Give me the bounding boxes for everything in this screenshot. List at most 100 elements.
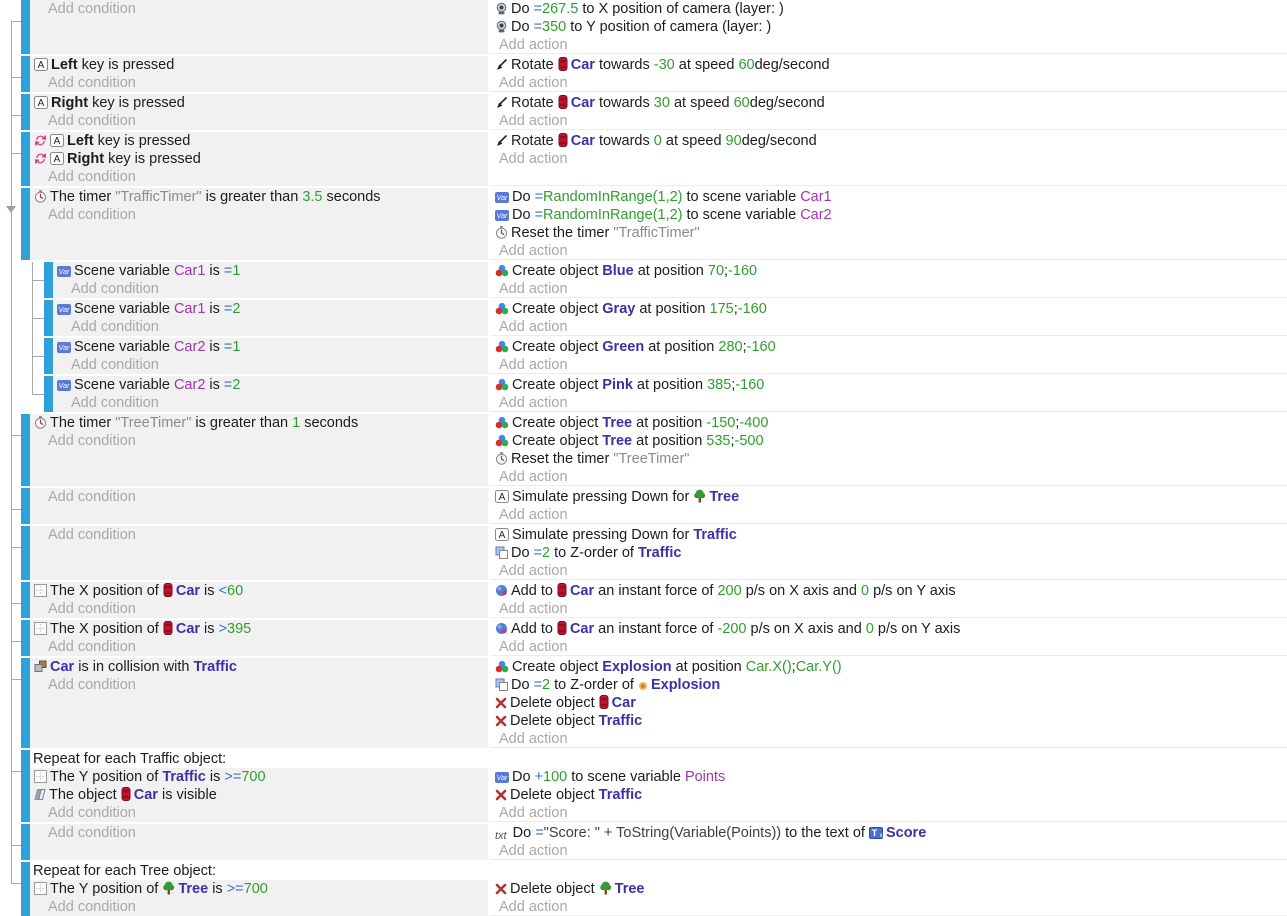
add-condition-link[interactable]: Add condition (53, 280, 488, 298)
add-condition-link[interactable]: Add condition (30, 168, 488, 186)
add-condition-link[interactable]: Add condition (30, 74, 488, 92)
condition[interactable]: The X position of Car is <60 (30, 582, 488, 600)
action[interactable]: Do =350 to Y position of camera (layer: … (490, 18, 1287, 36)
add-condition-link[interactable]: Add condition (53, 356, 488, 374)
add-action-link[interactable]: Add action (490, 842, 1287, 860)
action[interactable]: Rotate Car towards -30 at speed 60deg/se… (490, 56, 1287, 74)
condition[interactable]: VarScene variable Car2 is =2 (53, 376, 488, 394)
add-condition-link[interactable]: Add condition (30, 112, 488, 130)
text: is (205, 339, 224, 355)
action[interactable]: ASimulate pressing Down for Traffic (490, 526, 1287, 544)
action[interactable]: txtDo ="Score: " + ToString(Variable(Poi… (490, 824, 1287, 842)
condition[interactable]: ARight key is pressed (30, 94, 488, 112)
add-condition-link[interactable]: Add condition (30, 824, 488, 842)
add-condition-link[interactable]: Add condition (30, 488, 488, 506)
add-action-link[interactable]: Add action (490, 150, 1287, 168)
add-condition-link[interactable]: Add condition (30, 898, 488, 916)
text: Do (512, 769, 535, 785)
condition[interactable]: The timer "TrafficTimer" is greater than… (30, 188, 488, 206)
action[interactable]: Delete object Traffic (490, 712, 1287, 730)
add-condition-link[interactable]: Add condition (30, 600, 488, 618)
add-action-link[interactable]: Add action (490, 394, 1287, 412)
create-icon (495, 434, 509, 450)
action[interactable]: Create object Explosion at position Car.… (490, 658, 1287, 676)
action[interactable]: Do =2 to Z-order of Explosion (490, 676, 1287, 694)
add-action-link[interactable]: Add action (490, 318, 1287, 336)
action[interactable]: ASimulate pressing Down for Tree (490, 488, 1287, 506)
add-action-link[interactable]: Add action (490, 898, 1287, 916)
add-condition-link[interactable]: Add condition (53, 318, 488, 336)
condition[interactable]: The Y position of Tree is >=700 (30, 880, 488, 898)
event-sheet: Add conditionDo =267.5 to X position of … (0, 0, 1287, 916)
expression-value: -160 (738, 301, 767, 317)
action[interactable]: Do =2 to Z-order of Traffic (490, 544, 1287, 562)
add-action-link[interactable]: Add action (490, 468, 1287, 486)
repeat-header[interactable]: Repeat for each Traffic object: (30, 750, 1287, 768)
add-condition-link[interactable]: Add condition (53, 394, 488, 412)
text: is (200, 621, 219, 637)
add-action-link[interactable]: Add action (490, 242, 1287, 260)
condition[interactable]: The Y position of Traffic is >=700 (30, 768, 488, 786)
events-list: Add conditionDo =267.5 to X position of … (0, 0, 1287, 916)
add-action-link[interactable]: Add action (490, 36, 1287, 54)
action[interactable]: Reset the timer "TrafficTimer" (490, 224, 1287, 242)
add-condition-link[interactable]: Add condition (30, 804, 488, 822)
condition[interactable]: VarScene variable Car1 is =1 (53, 262, 488, 280)
add-condition-link[interactable]: Add condition (30, 432, 488, 450)
add-condition-link[interactable]: Add condition (30, 206, 488, 224)
add-action-link[interactable]: Add action (490, 638, 1287, 656)
action[interactable]: Create object Tree at position -150;-400 (490, 414, 1287, 432)
text: Delete object (510, 787, 599, 803)
condition[interactable]: VarScene variable Car2 is =1 (53, 338, 488, 356)
action[interactable]: Create object Pink at position 385;-160 (490, 376, 1287, 394)
add-action-link[interactable]: Add action (490, 280, 1287, 298)
condition[interactable]: Car is in collision with Traffic (30, 658, 488, 676)
camera-icon (495, 2, 508, 18)
action[interactable]: Rotate Car towards 0 at speed 90deg/seco… (490, 132, 1287, 150)
action[interactable]: VarDo +100 to scene variable Points (490, 768, 1287, 786)
add-action-link[interactable]: Add action (490, 506, 1287, 524)
action[interactable]: VarDo =RandomInRange(1,2) to scene varia… (490, 188, 1287, 206)
add-action-link[interactable]: Add action (490, 356, 1287, 374)
indent-spacer (0, 262, 44, 298)
param-value: Left (67, 133, 94, 149)
condition[interactable]: ALeft key is pressed (30, 56, 488, 74)
object-name: Pink (602, 377, 633, 393)
add-condition-link[interactable]: Add condition (30, 0, 488, 18)
action[interactable]: Create object Tree at position 535;-500 (490, 432, 1287, 450)
add-action-link[interactable]: Add action (490, 730, 1287, 748)
add-action-link[interactable]: Add action (490, 74, 1287, 92)
repeat-header[interactable]: Repeat for each Tree object: (30, 862, 1287, 880)
action[interactable]: Create object Blue at position 70;-160 (490, 262, 1287, 280)
add-condition-link[interactable]: Add condition (30, 676, 488, 694)
action[interactable]: Reset the timer "TreeTimer" (490, 450, 1287, 468)
condition[interactable]: ARight key is pressed (30, 150, 488, 168)
action[interactable]: VarDo =RandomInRange(1,2) to scene varia… (490, 206, 1287, 224)
add-condition-link[interactable]: Add condition (30, 638, 488, 656)
condition[interactable]: ALeft key is pressed (30, 132, 488, 150)
condition[interactable]: VarScene variable Car1 is =2 (53, 300, 488, 318)
add-action-link[interactable]: Add action (490, 804, 1287, 822)
action[interactable]: Add to Car an instant force of 200 p/s o… (490, 582, 1287, 600)
add-action-link[interactable]: Add action (490, 562, 1287, 580)
add-action-link[interactable]: Add action (490, 112, 1287, 130)
condition[interactable]: The object Car is visible (30, 786, 488, 804)
add-condition-link[interactable]: Add condition (30, 526, 488, 544)
action[interactable]: Rotate Car towards 30 at speed 60deg/sec… (490, 94, 1287, 112)
action[interactable]: Delete object Car (490, 694, 1287, 712)
action[interactable]: Create object Green at position 280;-160 (490, 338, 1287, 356)
action[interactable]: Add to Car an instant force of -200 p/s … (490, 620, 1287, 638)
add-action-link[interactable]: Add action (490, 600, 1287, 618)
event-row: The timer "TreeTimer" is greater than 1 … (0, 414, 1287, 486)
indent-spacer (0, 658, 21, 748)
explosion-icon (638, 678, 648, 694)
expression-value: "Score: " + ToString(Variable(Points)) (544, 825, 781, 841)
condition[interactable]: The X position of Car is >395 (30, 620, 488, 638)
action[interactable]: Delete object Traffic (490, 786, 1287, 804)
condition[interactable]: The timer "TreeTimer" is greater than 1 … (30, 414, 488, 432)
action[interactable]: Create object Gray at position 175;-160 (490, 300, 1287, 318)
svg-text:A: A (38, 60, 45, 71)
action[interactable]: Do =267.5 to X position of camera (layer… (490, 0, 1287, 18)
expression-value: -160 (728, 263, 757, 279)
action[interactable]: Delete object Tree (490, 880, 1287, 898)
